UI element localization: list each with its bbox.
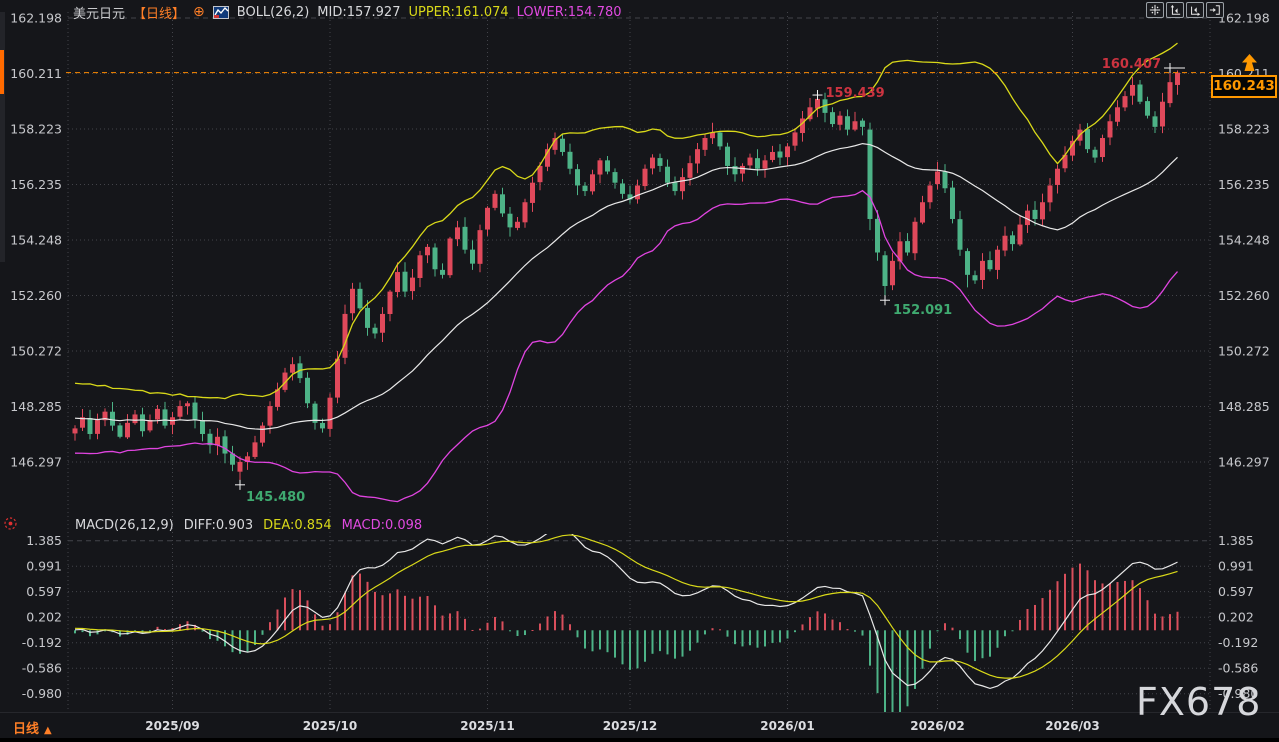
axis-label: 0.597 — [26, 584, 62, 599]
axis-label: 0.202 — [1218, 610, 1254, 625]
macd-diff-value: DIFF:0.903 — [184, 518, 253, 533]
axis-label: 152.260 — [1218, 288, 1270, 303]
price-annotation: 152.091 — [893, 303, 952, 318]
time-axis-label: 2026/01 — [760, 719, 814, 733]
time-axis-label: 2026/02 — [910, 719, 964, 733]
left-scrollbar-thumb[interactable] — [0, 50, 4, 94]
period-dropdown-arrow-icon: ▲ — [44, 725, 52, 736]
trading-chart-window: 162.198162.198160.211160.211158.223158.2… — [0, 0, 1279, 742]
chart-header: 美元日元 【日线】 ⊕ BOLL(26,2) MID:157.927 UPPER… — [73, 3, 622, 21]
period-tag: 【日线】 — [133, 3, 185, 22]
exit-fullscreen-button[interactable] — [1206, 2, 1224, 18]
axis-label: 1.385 — [26, 533, 62, 548]
time-axis-label: 2025/09 — [145, 719, 199, 733]
axis-label: 162.198 — [1218, 11, 1270, 26]
price-annotation: 159.439 — [826, 86, 885, 101]
price-annotation: 145.480 — [246, 490, 305, 505]
axis-label: 148.285 — [10, 399, 62, 414]
price-annotation: 160.407 — [1102, 57, 1161, 72]
gridlines — [68, 12, 1210, 710]
axis-label: 162.198 — [10, 11, 62, 26]
bottom-black-edge — [0, 738, 1279, 742]
axis-label: 146.297 — [10, 455, 62, 470]
boll-label: BOLL(26,2) — [237, 5, 310, 20]
period-selector-label: 日线 — [13, 722, 39, 737]
axis-label: 150.272 — [1218, 344, 1270, 359]
macd-dea-value: DEA:0.854 — [263, 518, 332, 533]
axis-label: -0.980 — [22, 686, 62, 701]
scale-axis-right-button[interactable] — [1186, 2, 1204, 18]
axis-label: 0.597 — [1218, 584, 1254, 599]
time-axis-bar: 日线 ▲ 2025/09 2025/10 2025/11 2025/12 2026/01 2… — [0, 712, 1279, 742]
boll-lower-value: LOWER:154.780 — [517, 5, 622, 20]
chart-toolbar — [1146, 2, 1224, 18]
axis-label: 0.202 — [26, 610, 62, 625]
boll-upper-value: UPPER:161.074 — [408, 5, 508, 20]
axis-label: 0.991 — [26, 559, 62, 574]
time-axis-label: 2025/11 — [460, 719, 514, 733]
price-panel — [73, 43, 1181, 502]
axis-label: 0.991 — [1218, 559, 1254, 574]
watermark: FX678 — [1136, 680, 1261, 724]
axis-label: 160.211 — [10, 66, 62, 81]
scale-axis-left-button[interactable] — [1166, 2, 1184, 18]
candlestick-chart-canvas[interactable]: 162.198162.198160.211160.211158.223158.2… — [0, 0, 1279, 712]
axis-label: 146.297 — [1218, 455, 1270, 470]
axis-label: 150.272 — [10, 344, 62, 359]
macd-value: MACD:0.098 — [342, 518, 423, 533]
price-annotations: 145.480 152.091 159.439 160.407 — [235, 57, 1185, 505]
axis-label: -0.586 — [22, 661, 62, 676]
symbol-name: 美元日元 — [73, 3, 125, 22]
pan-move-button[interactable] — [1146, 2, 1164, 18]
crosshair-target-icon[interactable] — [3, 516, 18, 535]
axis-label: 1.385 — [1218, 533, 1254, 548]
macd-panel — [74, 528, 1179, 712]
axis-label: 158.223 — [1218, 121, 1270, 136]
axis-label: -0.192 — [22, 635, 62, 650]
time-axis-label: 2025/12 — [603, 719, 657, 733]
price-alert-arrow-icon — [1241, 54, 1258, 76]
time-axis-label: 2025/10 — [303, 719, 357, 733]
axis-label: -0.586 — [1218, 661, 1258, 676]
axis-label: -0.192 — [1218, 635, 1258, 650]
macd-header: MACD(26,12,9) DIFF:0.903 DEA:0.854 MACD:… — [75, 517, 422, 533]
period-selector[interactable]: 日线 ▲ — [13, 718, 52, 737]
axis-label: 148.285 — [1218, 399, 1270, 414]
macd-label: MACD(26,12,9) — [75, 518, 174, 533]
add-compare-icon[interactable]: ⊕ — [193, 5, 205, 19]
time-axis-label: 2026/03 — [1045, 719, 1099, 733]
axis-label: 154.248 — [1218, 232, 1270, 247]
boll-mid-value: MID:157.927 — [317, 5, 400, 20]
axis-label: 152.260 — [10, 288, 62, 303]
axis-label: 156.235 — [1218, 177, 1270, 192]
axis-label: 156.235 — [10, 177, 62, 192]
axis-label: 154.248 — [10, 232, 62, 247]
axis-label: 158.223 — [10, 121, 62, 136]
mini-chart-icon[interactable] — [213, 6, 229, 19]
last-price-tag: 160.243 — [1211, 75, 1277, 98]
